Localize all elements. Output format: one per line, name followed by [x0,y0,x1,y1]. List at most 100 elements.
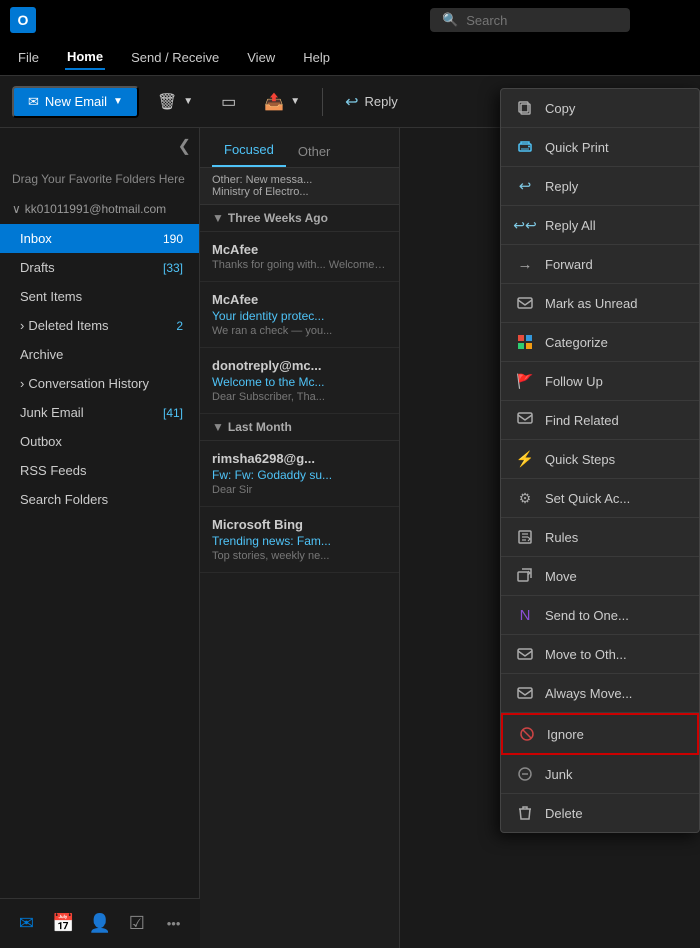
reply-button[interactable]: ↩ Reply [335,86,408,118]
ctx-set-quick[interactable]: ⚙ Set Quick Ac... [501,479,699,518]
email-item-mcafee-2[interactable]: McAfee Your identity protec... We ran a … [200,282,399,348]
folder-rss[interactable]: RSS Feeds [0,456,199,485]
send-to-one-label: Send to One... [545,608,629,623]
move-button[interactable]: 📤 ▼ [254,86,310,118]
folder-archive[interactable]: Archive [0,340,199,369]
ctx-mark-unread[interactable]: Mark as Unread [501,284,699,323]
favorite-folders-label: Drag Your Favorite Folders Here [0,164,199,194]
ctx-junk[interactable]: Junk [501,755,699,794]
send-to-one-icon: N [515,605,535,625]
section-three-weeks-ago: ▼ Three Weeks Ago [200,205,399,232]
ctx-follow-up[interactable]: 🚩 Follow Up [501,362,699,401]
folder-sent[interactable]: Sent Items [0,282,199,311]
reply-icon: ↩ [345,92,358,112]
set-quick-icon: ⚙ [515,488,535,508]
delete-button[interactable]: 🗑 ▼ [147,86,203,118]
reply-all-icon: ↩↩ [515,215,535,235]
ctx-always-move[interactable]: Always Move... [501,674,699,713]
ctx-move[interactable]: Move [501,557,699,596]
toolbar-divider [322,88,323,116]
other-banner-sub: Ministry of Electro... [212,186,387,198]
ctx-forward[interactable]: → Forward [501,245,699,284]
nav-tasks[interactable]: ☑ [119,906,155,942]
email-item-mcafee-1[interactable]: McAfee Thanks for going with... Welcome!… [200,232,399,282]
reply-ctx-icon: ↩ [515,176,535,196]
follow-up-icon: 🚩 [515,371,535,391]
categorize-icon [515,332,535,352]
ctx-ignore[interactable]: Ignore [501,713,699,755]
email-item-donotreply[interactable]: donotreply@mc... Welcome to the Mc... De… [200,348,399,414]
find-related-label: Find Related [545,413,619,428]
menu-view[interactable]: View [245,46,277,69]
ctx-find-related[interactable]: Find Related [501,401,699,440]
bottom-nav: ✉ 📅 👤 ☑ ••• [0,898,200,948]
ctx-send-to-one[interactable]: N Send to One... [501,596,699,635]
ctx-move-to-other[interactable]: Move to Oth... [501,635,699,674]
other-email-banner[interactable]: Other: New messa... Ministry of Electro.… [200,168,399,205]
ignore-label: Ignore [547,727,584,742]
rules-icon [515,527,535,547]
folder-outbox[interactable]: Outbox [0,427,199,456]
archive-button[interactable]: ▭ [211,86,246,118]
new-email-button[interactable]: ✉ New Email ▼ [12,86,139,118]
ctx-reply[interactable]: ↩ Reply [501,167,699,206]
move-label: Move [545,569,577,584]
delete-ctx-icon [515,803,535,823]
ctx-quick-steps[interactable]: ⚡ Quick Steps [501,440,699,479]
people-icon: 👤 [89,913,111,934]
menu-help[interactable]: Help [301,46,332,69]
mark-unread-icon [515,293,535,313]
email-item-rimsha[interactable]: rimsha6298@g... Fw: Fw: Godaddy su... De… [200,441,399,507]
trash-icon: 🗑 [157,92,177,112]
ctx-categorize[interactable]: Categorize [501,323,699,362]
follow-up-label: Follow Up [545,374,603,389]
folder-deleted[interactable]: › Deleted Items 2 [0,311,199,340]
ctx-copy[interactable]: Copy [501,89,699,128]
menu-file[interactable]: File [16,46,41,69]
ignore-icon [517,724,537,744]
set-quick-label: Set Quick Ac... [545,491,630,506]
copy-icon [515,98,535,118]
folder-search[interactable]: Search Folders [0,485,199,514]
always-move-icon [515,683,535,703]
quick-steps-icon: ⚡ [515,449,535,469]
menu-home[interactable]: Home [65,45,105,70]
ctx-delete[interactable]: Delete [501,794,699,832]
delete-label: Delete [545,806,583,821]
quick-steps-label: Quick Steps [545,452,615,467]
collapse-button[interactable]: ❮ [0,136,199,164]
folder-inbox[interactable]: Inbox 190 [0,224,199,253]
account-header[interactable]: ∨ kk01011991@hotmail.com [0,194,199,224]
nav-mail[interactable]: ✉ [8,906,44,942]
search-bar[interactable]: 🔍 [430,8,630,32]
move-ctx-icon [515,566,535,586]
email-list-area: Focused Other Other: New messa... Minist… [200,128,400,948]
folder-junk[interactable]: Junk Email [41] [0,398,199,427]
folder-deleted-arrow: › [20,318,24,333]
calendar-icon: 📅 [52,913,74,934]
junk-icon [515,764,535,784]
ctx-reply-all[interactable]: ↩↩ Reply All [501,206,699,245]
tasks-icon: ☑ [129,913,145,934]
find-related-icon [515,410,535,430]
ctx-rules[interactable]: Rules [501,518,699,557]
folder-conversation-history[interactable]: › Conversation History [0,369,199,398]
copy-label: Copy [545,101,575,116]
always-move-label: Always Move... [545,686,632,701]
email-item-bing[interactable]: Microsoft Bing Trending news: Fam... Top… [200,507,399,573]
tab-focused[interactable]: Focused [212,134,286,167]
nav-people[interactable]: 👤 [82,906,118,942]
search-input[interactable] [466,13,618,28]
reply-label: Reply [545,179,578,194]
menu-send-receive[interactable]: Send / Receive [129,46,221,69]
nav-more[interactable]: ••• [156,906,192,942]
outlook-logo: O [10,7,36,33]
ctx-quick-print[interactable]: Quick Print [501,128,699,167]
move-icon: 📤 [264,92,284,112]
nav-calendar[interactable]: 📅 [45,906,81,942]
tab-other[interactable]: Other [286,136,343,167]
context-menu: Copy Quick Print ↩ Reply ↩↩ Reply All → … [500,88,700,833]
quick-print-icon [515,137,535,157]
folder-drafts[interactable]: Drafts [33] [0,253,199,282]
rules-label: Rules [545,530,578,545]
